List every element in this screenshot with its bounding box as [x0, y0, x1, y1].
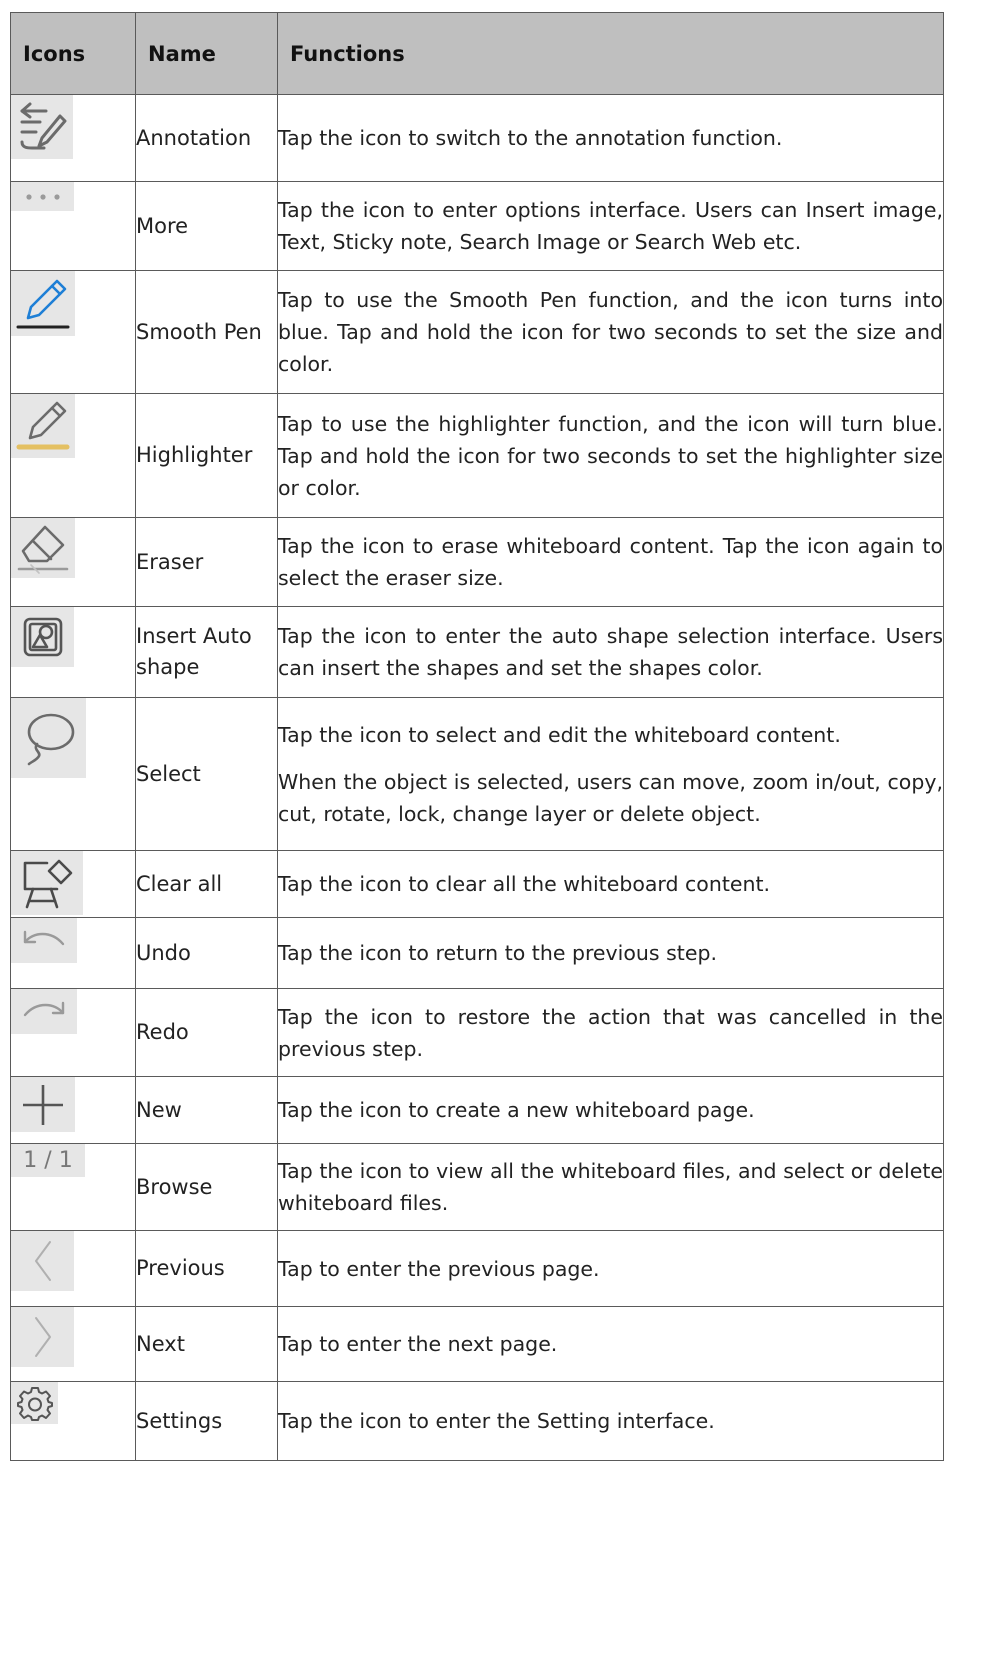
table-row: Undo Tap the icon to return to the previ…: [10, 917, 944, 989]
row-name: Select: [135, 697, 278, 851]
description-text: When the object is selected, users can m…: [278, 769, 943, 826]
row-name: Previous: [135, 1230, 278, 1307]
row-description: Tap the icon to return to the previous s…: [277, 917, 944, 989]
table-row: Previous Tap to enter the previous page.: [10, 1230, 944, 1307]
table-row: More Tap the icon to enter options inter…: [10, 181, 944, 271]
row-name: Browse: [135, 1143, 278, 1231]
row-description: Tap the icon to enter the auto shape sel…: [277, 606, 944, 698]
table-row: Highlighter Tap to use the highlighter f…: [10, 393, 944, 518]
description-text: Tap the icon to return to the previous s…: [278, 941, 717, 965]
clear-board-icon: [11, 851, 83, 915]
row-description: Tap the icon to switch to the annotation…: [277, 94, 944, 182]
row-name: Undo: [135, 917, 278, 989]
row-description: Tap to enter the next page.: [277, 1306, 944, 1382]
row-description: Tap the icon to select and edit the whit…: [277, 697, 944, 851]
description-text: Tap the icon to enter the auto shape sel…: [278, 624, 943, 680]
row-description: Tap to use the Smooth Pen function, and …: [277, 270, 944, 394]
table-row: Next Tap to enter the next page.: [10, 1306, 944, 1382]
description-text: Tap the icon to enter the Setting interf…: [278, 1409, 715, 1433]
undo-icon: [11, 918, 77, 963]
redo-icon: [11, 989, 77, 1034]
row-description: Tap the icon to view all the whiteboard …: [277, 1143, 944, 1231]
row-name: Next: [135, 1306, 278, 1382]
auto-shape-icon: [11, 607, 74, 667]
row-name: Highlighter: [135, 393, 278, 518]
description-text: Tap to enter the next page.: [278, 1332, 558, 1356]
row-description: Tap the icon to create a new whiteboard …: [277, 1076, 944, 1144]
description-text: Tap the icon to view all the whiteboard …: [278, 1159, 943, 1215]
table-row: Insert Auto shape Tap the icon to enter …: [10, 606, 944, 698]
table-row: Redo Tap the icon to restore the action …: [10, 988, 944, 1077]
table-row: Select Tap the icon to select and edit t…: [10, 697, 944, 851]
row-name: Redo: [135, 988, 278, 1077]
row-description: Tap the icon to enter options interface.…: [277, 181, 944, 271]
annotation-icon: [11, 95, 73, 159]
row-name: More: [135, 181, 278, 271]
description-text: Tap the icon to enter options interface.…: [278, 198, 943, 254]
description-text: Tap the icon to erase whiteboard content…: [278, 534, 943, 590]
row-name: New: [135, 1076, 278, 1144]
description-text: Tap to use the Smooth Pen function, and …: [278, 288, 943, 376]
gear-icon: [11, 1382, 58, 1424]
table-row: 1 / 1 Browse Tap the icon to view all th…: [10, 1143, 944, 1231]
table-header-row: Icons Name Functions: [10, 12, 944, 95]
eraser-icon: [11, 518, 75, 578]
row-description: Tap to use the highlighter function, and…: [277, 393, 944, 518]
plus-icon: [11, 1077, 75, 1132]
table-row: Clear all Tap the icon to clear all the …: [10, 850, 944, 918]
page-counter-text: 1 / 1: [23, 1148, 73, 1173]
header-functions: Functions: [277, 12, 944, 95]
table-row: Annotation Tap the icon to switch to the…: [10, 94, 944, 182]
table-row: Settings Tap the icon to enter the Setti…: [10, 1381, 944, 1461]
header-name: Name: [135, 12, 278, 95]
row-description: Tap the icon to erase whiteboard content…: [277, 517, 944, 607]
more-icon: [11, 182, 74, 211]
chevron-left-icon: [11, 1231, 74, 1291]
row-name: Smooth Pen: [135, 270, 278, 394]
table-row: New Tap the icon to create a new whitebo…: [10, 1076, 944, 1144]
row-name: Clear all: [135, 850, 278, 918]
row-name: Insert Auto shape: [135, 606, 278, 698]
toolbar-functions-table: Icons Name Functions Annotation Tap the: [10, 12, 944, 1461]
row-description: Tap the icon to clear all the whiteboard…: [277, 850, 944, 918]
description-text: Tap the icon to select and edit the whit…: [278, 722, 841, 747]
row-description: Tap the icon to enter the Setting interf…: [277, 1381, 944, 1461]
table-row: Eraser Tap the icon to erase whiteboard …: [10, 517, 944, 607]
row-name: Eraser: [135, 517, 278, 607]
row-description: Tap to enter the previous page.: [277, 1230, 944, 1307]
table-row: Smooth Pen Tap to use the Smooth Pen fun…: [10, 270, 944, 394]
header-icons: Icons: [10, 12, 136, 95]
chevron-right-icon: [11, 1307, 74, 1367]
row-name: Settings: [135, 1381, 278, 1461]
description-text: Tap to enter the previous page.: [278, 1256, 600, 1281]
description-text: Tap the icon to restore the action that …: [278, 1004, 943, 1061]
lasso-select-icon: [11, 698, 86, 778]
highlighter-icon: [11, 394, 75, 458]
description-text: Tap the icon to clear all the whiteboard…: [278, 872, 771, 896]
description-text: Tap the icon to create a new whiteboard …: [278, 1098, 755, 1122]
page-counter-icon: 1 / 1: [11, 1144, 85, 1177]
description-text: Tap the icon to switch to the annotation…: [278, 126, 783, 150]
row-description: Tap the icon to restore the action that …: [277, 988, 944, 1077]
row-name: Annotation: [135, 94, 278, 182]
smooth-pen-icon: [11, 271, 75, 336]
description-text: Tap to use the highlighter function, and…: [278, 411, 943, 500]
